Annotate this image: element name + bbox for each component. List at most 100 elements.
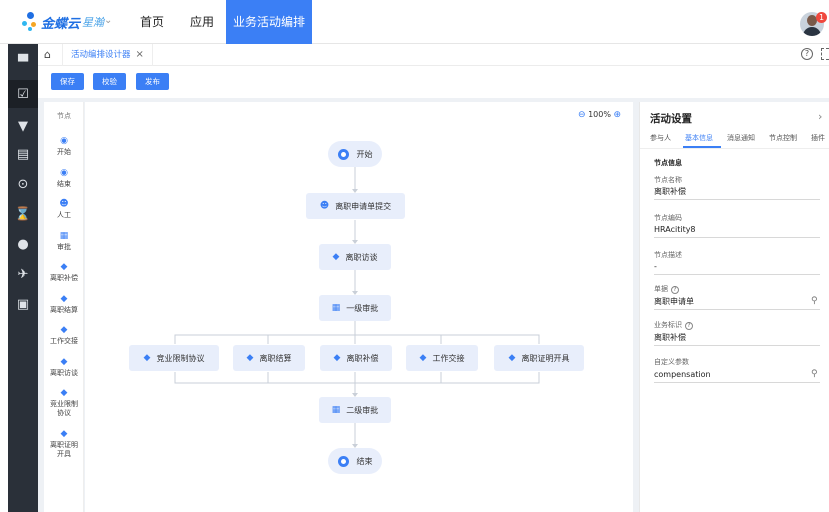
brand-name: 金蝶云 xyxy=(41,16,81,32)
palette-item-approval[interactable]: ▦ 审批 xyxy=(44,231,84,252)
palette-item-settlement[interactable]: ◆ 离职结算 xyxy=(44,294,84,315)
tab-notifications[interactable]: 消息通知 xyxy=(727,133,755,143)
form-field[interactable]: 离职申请单 xyxy=(654,296,820,310)
zoom-control: ⊖ 100% ⊕ xyxy=(578,110,621,120)
custom-param-label: 自定义参数 xyxy=(654,358,689,366)
help-icon[interactable]: ? xyxy=(685,322,693,330)
toolbar: 保存 校验 发布 xyxy=(38,66,829,98)
start-icon xyxy=(337,148,349,160)
flow-node-end[interactable]: 结束 xyxy=(328,448,382,474)
tag-icon: ◆ xyxy=(60,294,68,304)
node-desc-label: 节点描述 xyxy=(654,251,682,259)
tag-icon: ◆ xyxy=(246,353,254,363)
flow-node-level2-approval[interactable]: ▦ 二级审批 xyxy=(319,397,391,423)
section-title: 节点信息 xyxy=(654,159,682,167)
clipboard-icon[interactable]: ▣ xyxy=(8,290,38,318)
plane-icon[interactable]: ✈ xyxy=(8,260,38,288)
zoom-out-icon[interactable]: ⊖ xyxy=(578,110,586,120)
nav-apps[interactable]: 应用 xyxy=(180,0,224,44)
tag-icon: ◆ xyxy=(60,357,68,367)
user-settings-icon[interactable]: ● xyxy=(8,230,38,258)
node-code-field[interactable]: HRAcitity8 xyxy=(654,224,820,238)
tag-icon: ◆ xyxy=(333,353,341,363)
save-button[interactable]: 保存 xyxy=(51,73,84,90)
flow-node-compensation[interactable]: ◆ 离职补偿 xyxy=(320,345,392,371)
tab-basic-info[interactable]: 基本信息 xyxy=(685,133,713,143)
cart-icon[interactable]: ▼ xyxy=(8,112,38,140)
tag-icon: ◆ xyxy=(60,262,68,272)
node-desc-field[interactable]: - xyxy=(654,261,820,275)
zoom-level: 100% xyxy=(588,110,611,119)
node-name-label: 节点名称 xyxy=(654,176,682,184)
tag-icon: ◆ xyxy=(419,353,427,363)
tab-plugins[interactable]: 插件 xyxy=(811,133,825,143)
top-navbar: 金蝶云 星瀚 ⌄ 首页 应用 业务活动编排 1 xyxy=(0,0,829,44)
flow-node-handover[interactable]: ◆ 工作交接 xyxy=(406,345,478,371)
node-name-field[interactable]: 离职补偿 xyxy=(654,186,820,200)
biz-id-label: 业务标识? xyxy=(654,320,693,330)
circle-icon: ◉ xyxy=(60,136,68,146)
brand-product: 星瀚 xyxy=(82,16,105,29)
chevron-down-icon[interactable]: ⌄ xyxy=(104,15,112,26)
tab-divider xyxy=(640,148,829,149)
tab-participants[interactable]: 参与人 xyxy=(650,133,671,143)
brand-logo[interactable]: 金蝶云 星瀚 xyxy=(22,12,104,32)
palette-item-interview[interactable]: ◆ 离职访谈 xyxy=(44,357,84,378)
fullscreen-icon[interactable] xyxy=(821,48,829,60)
node-palette: 节点 ◉ 开始 ◉ 结束 ☻ 人工 ▦ 审批 ◆ 离职补偿 ◆ 离职结算 ◆ 工作交接 ◆ 离职… xyxy=(44,102,84,512)
broadcast-icon[interactable]: ⊙ xyxy=(8,170,38,198)
notification-badge: 1 xyxy=(816,12,827,23)
person-icon: ☻ xyxy=(319,201,330,211)
approval-doc-icon: ▦ xyxy=(59,231,69,241)
flow-node-start[interactable]: 开始 xyxy=(328,141,382,167)
brand-logo-icon xyxy=(22,12,38,32)
flow-node-noncompete[interactable]: ◆ 竞业限制协议 xyxy=(129,345,219,371)
palette-item-manual[interactable]: ☻ 人工 xyxy=(44,199,84,220)
hourglass-icon[interactable]: ⌛ xyxy=(8,200,38,228)
biz-id-field[interactable]: 离职补偿 xyxy=(654,332,820,346)
publish-button[interactable]: 发布 xyxy=(136,73,169,90)
checkbox-icon[interactable]: ☑ xyxy=(8,80,38,108)
palette-title: 节点 xyxy=(57,112,71,120)
archive-icon[interactable]: ▤ xyxy=(8,140,38,168)
person-icon: ☻ xyxy=(59,199,69,209)
chevron-right-icon[interactable]: › xyxy=(818,110,822,123)
help-icon[interactable]: ? xyxy=(671,286,679,294)
zoom-in-icon[interactable]: ⊕ xyxy=(614,110,622,120)
tag-icon: ◆ xyxy=(60,388,68,398)
palette-item-end[interactable]: ◉ 结束 xyxy=(44,168,84,189)
home-icon[interactable]: ⌂ xyxy=(44,48,51,61)
tab-node-control[interactable]: 节点控制 xyxy=(769,133,797,143)
tab-bar: ⌂ 活动编排设计器 × ? xyxy=(38,44,829,66)
tab-label: 活动编排设计器 xyxy=(71,50,131,60)
flow-node-certificate[interactable]: ◆ 离职证明开具 xyxy=(494,345,584,371)
close-icon[interactable]: × xyxy=(136,49,144,60)
tag-icon: ◆ xyxy=(60,429,68,439)
validate-button[interactable]: 校验 xyxy=(93,73,126,90)
palette-item-handover[interactable]: ◆ 工作交接 xyxy=(44,325,84,346)
custom-param-field[interactable]: compensation xyxy=(654,369,820,383)
flow-node-settlement[interactable]: ◆ 离职结算 xyxy=(233,345,305,371)
search-icon[interactable]: ⚲ xyxy=(811,369,818,379)
flow-node-submit[interactable]: ☻ 离职申请单提交 xyxy=(306,193,405,219)
flow-node-level1-approval[interactable]: ▦ 一级审批 xyxy=(319,295,391,321)
form-label: 单据? xyxy=(654,284,679,294)
activity-settings-panel: 活动设置 › 参与人 基本信息 消息通知 节点控制 插件 节点信息 节点名称 离… xyxy=(639,102,829,512)
help-icon[interactable]: ? xyxy=(801,48,813,60)
tag-icon: ◆ xyxy=(508,353,516,363)
nav-home[interactable]: 首页 xyxy=(130,0,174,44)
tag-icon: ◆ xyxy=(60,325,68,335)
palette-item-compensation[interactable]: ◆ 离职补偿 xyxy=(44,262,84,283)
search-icon[interactable]: ⚲ xyxy=(811,296,818,306)
palette-item-certificate[interactable]: ◆ 离职证明开具 xyxy=(44,429,84,459)
node-code-label: 节点编码 xyxy=(654,214,682,222)
palette-item-noncompete[interactable]: ◆ 竞业限制协议 xyxy=(44,388,84,418)
panel-title: 活动设置 xyxy=(650,113,692,125)
flow-node-interview[interactable]: ◆ 离职访谈 xyxy=(319,244,391,270)
palette-item-start[interactable]: ◉ 开始 xyxy=(44,136,84,157)
tab-activity-designer[interactable]: 活动编排设计器 × xyxy=(62,44,153,66)
end-icon xyxy=(337,455,349,467)
approval-doc-icon: ▦ xyxy=(331,303,341,313)
building-icon[interactable]: ▀ xyxy=(8,48,38,76)
nav-business-activity[interactable]: 业务活动编排 xyxy=(226,0,312,44)
